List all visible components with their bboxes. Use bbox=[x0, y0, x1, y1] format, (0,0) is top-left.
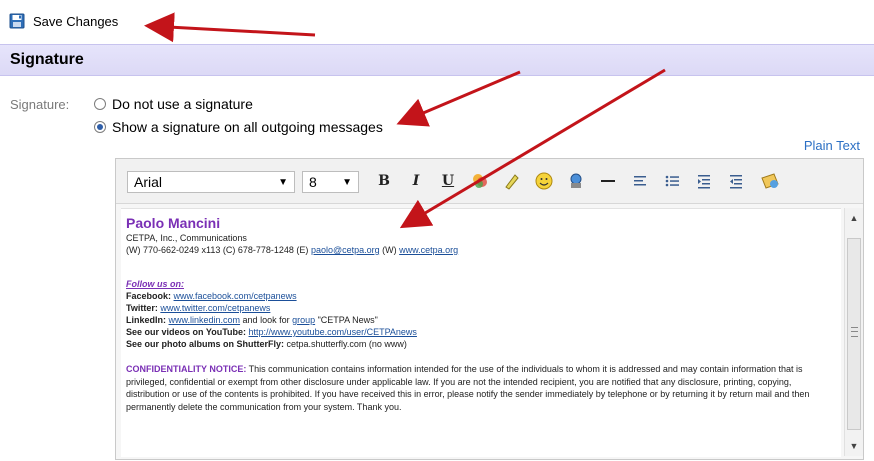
font-size-value: 8 bbox=[309, 174, 317, 190]
dropdown-arrow-icon: ▼ bbox=[278, 176, 288, 188]
grip-icon bbox=[851, 327, 858, 337]
youtube-line: See our videos on YouTube: http://www.yo… bbox=[126, 327, 417, 337]
facebook-label: Facebook: bbox=[126, 291, 172, 301]
linkedin-link[interactable]: www.linkedin.com bbox=[169, 315, 241, 325]
dropdown-arrow-icon: ▼ bbox=[342, 176, 352, 188]
show-signature-label: Show a signature on all outgoing message… bbox=[112, 119, 383, 135]
email-link[interactable]: paolo@cetpa.org bbox=[311, 245, 380, 255]
signature-label: Signature: bbox=[10, 97, 70, 112]
scroll-thumb[interactable] bbox=[847, 238, 861, 430]
image-icon[interactable] bbox=[760, 171, 780, 191]
facebook-link[interactable]: www.facebook.com/cetpanews bbox=[174, 291, 297, 301]
align-icon[interactable] bbox=[630, 171, 650, 191]
website-link[interactable]: www.cetpa.org bbox=[399, 245, 458, 255]
outdent-icon[interactable] bbox=[726, 171, 746, 191]
signature-name: Paolo Mancini bbox=[126, 215, 221, 231]
youtube-link[interactable]: http://www.youtube.com/user/CETPAnews bbox=[249, 327, 417, 337]
twitter-line: Twitter: www.twitter.com/cetpanews bbox=[126, 303, 270, 313]
save-changes-label: Save Changes bbox=[33, 13, 119, 29]
editor-scrollbar[interactable]: ▲ ▼ bbox=[844, 208, 863, 456]
follow-us-link[interactable]: Follow us on: bbox=[126, 279, 184, 289]
facebook-line: Facebook: www.facebook.com/cetpanews bbox=[126, 291, 297, 301]
scroll-up-icon[interactable]: ▲ bbox=[845, 210, 863, 226]
scroll-down-icon[interactable]: ▼ bbox=[845, 438, 863, 454]
floppy-disk-icon bbox=[9, 13, 25, 29]
signature-contact-line: (W) 770-662-0249 x113 (C) 678-778-1248 (… bbox=[126, 245, 458, 255]
emoticon-icon[interactable] bbox=[534, 171, 554, 191]
group-link[interactable]: group bbox=[292, 315, 315, 325]
contact-phones: (W) 770-662-0249 x113 (C) 678-778-1248 (… bbox=[126, 245, 311, 255]
confidentiality-title: CONFIDENTIALITY NOTICE: bbox=[126, 364, 247, 374]
horizontal-rule-icon[interactable] bbox=[598, 171, 618, 191]
no-signature-label: Do not use a signature bbox=[112, 96, 253, 112]
section-title: Signature bbox=[10, 51, 84, 68]
linkedin-label: LinkedIn: bbox=[126, 315, 166, 325]
youtube-label: See our videos on YouTube: bbox=[126, 327, 247, 337]
signature-editor: Arial ▼ 8 ▼ B I U Paolo Mancini CETPA, I… bbox=[115, 158, 864, 460]
shutterfly-label: See our photo albums on ShutterFly: bbox=[126, 339, 285, 349]
font-size-select[interactable]: 8 ▼ bbox=[302, 171, 359, 193]
twitter-link[interactable]: www.twitter.com/cetpanews bbox=[160, 303, 270, 313]
plain-text-link[interactable]: Plain Text bbox=[804, 138, 860, 153]
signature-content-area[interactable]: Paolo Mancini CETPA, Inc., Communication… bbox=[121, 208, 841, 457]
font-family-value: Arial bbox=[134, 174, 163, 190]
show-signature-radio[interactable] bbox=[94, 121, 106, 133]
font-family-select[interactable]: Arial ▼ bbox=[127, 171, 295, 193]
top-toolbar: Save Changes bbox=[0, 0, 874, 40]
twitter-label: Twitter: bbox=[126, 303, 158, 313]
linkedin-mid: and look for bbox=[240, 315, 293, 325]
linkedin-line: LinkedIn: www.linkedin.com and look for … bbox=[126, 315, 378, 325]
bullet-list-icon[interactable] bbox=[662, 171, 682, 191]
shutterfly-text: cetpa.shutterfly.com (no www) bbox=[284, 339, 407, 349]
section-header: Signature bbox=[0, 44, 874, 76]
highlight-icon[interactable] bbox=[502, 171, 522, 191]
no-signature-option[interactable]: Do not use a signature bbox=[94, 96, 253, 112]
shutterfly-line: See our photo albums on ShutterFly: cetp… bbox=[126, 339, 407, 349]
arrow-to-option bbox=[396, 70, 521, 127]
signature-company: CETPA, Inc., Communications bbox=[126, 233, 247, 243]
linkedin-end: "CETPA News" bbox=[315, 315, 378, 325]
underline-icon[interactable]: U bbox=[438, 171, 458, 191]
link-icon[interactable] bbox=[566, 171, 586, 191]
save-changes-button[interactable]: Save Changes bbox=[9, 9, 118, 33]
text-color-icon[interactable] bbox=[470, 171, 490, 191]
bold-icon[interactable]: B bbox=[374, 171, 394, 191]
italic-icon[interactable]: I bbox=[406, 171, 426, 191]
indent-icon[interactable] bbox=[694, 171, 714, 191]
confidentiality-notice: CONFIDENTIALITY NOTICE: This communicati… bbox=[126, 363, 836, 413]
contact-w-label: (W) bbox=[379, 245, 400, 255]
show-signature-option[interactable]: Show a signature on all outgoing message… bbox=[94, 119, 383, 135]
editor-toolbar: Arial ▼ 8 ▼ B I U bbox=[116, 159, 863, 204]
no-signature-radio[interactable] bbox=[94, 98, 106, 110]
